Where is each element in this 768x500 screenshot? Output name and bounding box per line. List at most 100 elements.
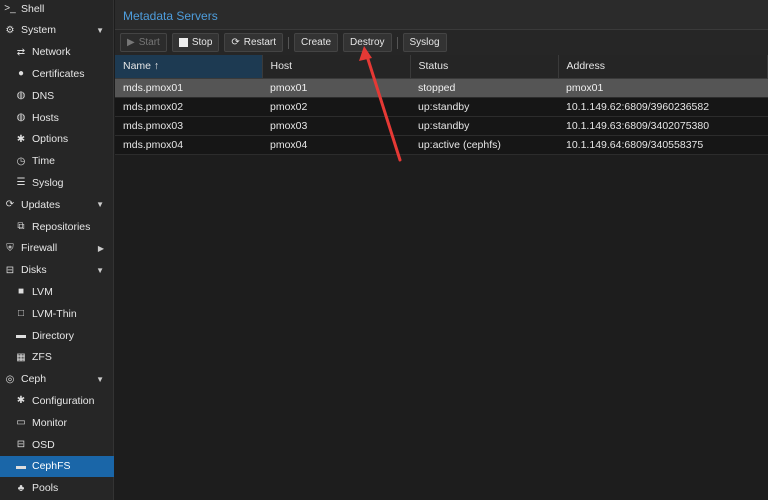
globe-icon: ◍ bbox=[16, 90, 26, 102]
sidebar-item-label: ZFS bbox=[32, 351, 52, 364]
destroy-button[interactable]: Destroy bbox=[343, 33, 392, 52]
sidebar-item-label: Configuration bbox=[32, 394, 95, 407]
gear-icon: ✱ bbox=[16, 133, 26, 145]
sidebar-item-certificates[interactable]: ● Certificates bbox=[0, 63, 114, 84]
table-cell: 10.1.149.64:6809/340558375 bbox=[558, 135, 768, 155]
gears-icon: ⚙ bbox=[5, 24, 15, 36]
table-row[interactable]: mds.pmox01 pmox01 stopped pmox01 bbox=[115, 78, 768, 98]
sidebar-item-hosts[interactable]: ◍ Hosts bbox=[0, 107, 114, 128]
clock-icon: ◷ bbox=[16, 155, 26, 167]
table-row[interactable]: mds.pmox04 pmox04 up:active (cephfs) 10.1.1… bbox=[115, 135, 768, 155]
table-row[interactable]: mds.pmox02 pmox02 up:standby 10.1.149.62:68… bbox=[115, 97, 768, 117]
sitemap-icon: ♣ bbox=[17, 482, 25, 494]
sidebar-item-label: Firewall bbox=[21, 242, 58, 255]
sidebar-item-label: Network bbox=[32, 46, 71, 59]
sidebar-item-label: Syslog bbox=[32, 176, 64, 189]
sidebar-item-label: Directory bbox=[32, 329, 75, 342]
sidebar-item-configuration[interactable]: ✱ Configuration bbox=[0, 390, 114, 411]
refresh-icon: ⟳ bbox=[231, 37, 240, 48]
toolbar: ▶ Start Stop ⟳ Restart Create Destroy Sysl… bbox=[115, 30, 768, 55]
sidebar-item-label: Disks bbox=[21, 264, 47, 277]
column-header-status[interactable]: Status bbox=[410, 55, 559, 79]
sidebar-item-cephfs[interactable]: ▬ CephFS bbox=[0, 455, 114, 477]
sidebar-item-lvm[interactable]: ■ LVM bbox=[0, 281, 114, 302]
column-header-name[interactable]: Name ↑ bbox=[115, 55, 263, 79]
table-cell: mds.pmox01 bbox=[115, 78, 262, 98]
sidebar-item-system[interactable]: ⚙ System ▼ bbox=[0, 20, 114, 41]
sidebar-item-label: Updates bbox=[21, 198, 61, 211]
create-button[interactable]: Create bbox=[294, 33, 339, 52]
globe-icon: ◍ bbox=[16, 112, 26, 123]
desktop-icon: ▭ bbox=[16, 417, 26, 429]
table-cell: pmox03 bbox=[262, 116, 410, 136]
table-cell: mds.pmox03 bbox=[115, 116, 262, 136]
sidebar-item-repositories[interactable]: ⧉ Repositories bbox=[0, 216, 114, 237]
main-panel: Metadata Servers ▶ Start Stop ⟳ Restart Cr… bbox=[115, 0, 768, 500]
table-cell: up:active (cephfs) bbox=[410, 135, 558, 155]
sidebar-item-directory[interactable]: ▬ Directory bbox=[0, 325, 114, 346]
sidebar-item-firewall[interactable]: ⛨ Firewall ▶ bbox=[0, 238, 114, 259]
caret-icon[interactable]: ▼ bbox=[96, 200, 104, 209]
sidebar-item-syslog[interactable]: ☰ Syslog bbox=[0, 172, 114, 193]
terminal-icon: >_ bbox=[4, 3, 16, 14]
sidebar-item-options[interactable]: ✱ Options bbox=[0, 129, 114, 150]
sidebar-item-time[interactable]: ◷ Time bbox=[0, 151, 114, 172]
column-header-address[interactable]: Address bbox=[558, 55, 768, 79]
sidebar-item-dns[interactable]: ◍ DNS bbox=[0, 85, 114, 106]
sidebar-item-label: Ceph bbox=[21, 373, 47, 386]
sidebar-item-shell[interactable]: >_ Shell bbox=[0, 0, 114, 19]
sidebar-item-label: Repositories bbox=[32, 220, 91, 233]
caret-icon[interactable]: ▼ bbox=[96, 266, 104, 275]
sidebar-item-zfs[interactable]: ▦ ZFS bbox=[0, 347, 114, 368]
start-button[interactable]: ▶ Start bbox=[120, 33, 167, 52]
sidebar-item-label: Options bbox=[32, 133, 69, 146]
sidebar-item-label: Certificates bbox=[32, 67, 85, 80]
sidebar-item-lvm-thin[interactable]: □ LVM-Thin bbox=[0, 303, 114, 324]
syslog-button[interactable]: Syslog bbox=[402, 33, 447, 52]
sidebar-item-label: System bbox=[21, 24, 57, 37]
sidebar-item-network[interactable]: ⇄ Network bbox=[0, 42, 114, 63]
sidebar-item-pools[interactable]: ♣ Pools bbox=[0, 478, 114, 499]
sidebar-item-label: Pools bbox=[32, 482, 59, 495]
refresh-icon: ⟳ bbox=[5, 199, 15, 211]
shield-icon: ⛨ bbox=[6, 242, 14, 254]
certificate-icon: ● bbox=[17, 68, 25, 80]
sidebar-item-updates[interactable]: ⟳ Updates ▼ bbox=[0, 194, 114, 215]
sidebar-item-label: CephFS bbox=[32, 460, 71, 473]
table-row[interactable]: mds.pmox03 pmox03 up:standby 10.1.149.63:68… bbox=[115, 116, 768, 136]
caret-icon[interactable]: ▼ bbox=[96, 26, 104, 35]
divider bbox=[288, 36, 290, 49]
hdd-icon: ⊟ bbox=[16, 439, 26, 450]
sidebar-item-osd[interactable]: ⊟ OSD bbox=[0, 434, 114, 455]
sidebar-item-label: LVM bbox=[32, 285, 53, 298]
stop-button[interactable]: Stop bbox=[171, 33, 220, 52]
list-icon: ☰ bbox=[16, 177, 26, 189]
caret-icon[interactable]: ▶ bbox=[98, 244, 104, 253]
table-cell: up:standby bbox=[410, 116, 558, 136]
folder-icon: ▬ bbox=[16, 460, 26, 472]
table-cell: 10.1.149.62:6809/3960236582 bbox=[558, 97, 768, 117]
sidebar: >_ Shell ⚙ System ▼ ⇄ Network ● Certificates ◍ DNS… bbox=[0, 0, 114, 500]
sidebar-item-label: Hosts bbox=[32, 111, 59, 124]
restart-button[interactable]: ⟳ Restart bbox=[224, 33, 284, 52]
sidebar-item-label: DNS bbox=[32, 89, 55, 102]
square-icon: ■ bbox=[17, 286, 25, 298]
square-outline-icon: □ bbox=[17, 308, 25, 320]
play-icon: ▶ bbox=[127, 37, 135, 48]
mds-table: Name ↑ Host Status Address mds.pmox01 pmo… bbox=[115, 55, 768, 155]
table-cell: pmox01 bbox=[262, 78, 410, 98]
stop-icon bbox=[178, 38, 188, 47]
gear-icon: ✱ bbox=[16, 395, 26, 407]
folder-icon: ▬ bbox=[16, 330, 26, 341]
sidebar-item-disks[interactable]: ⊟ Disks ▼ bbox=[0, 260, 114, 281]
caret-icon[interactable]: ▼ bbox=[96, 375, 104, 384]
exchange-icon: ⇄ bbox=[16, 46, 26, 58]
table-cell: mds.pmox04 bbox=[115, 135, 262, 155]
table-cell: stopped bbox=[410, 78, 558, 98]
sidebar-item-monitor[interactable]: ▭ Monitor bbox=[0, 412, 114, 433]
table-cell: mds.pmox02 bbox=[115, 97, 262, 117]
column-header-host[interactable]: Host bbox=[262, 55, 411, 79]
table-cell: pmox01 bbox=[558, 78, 768, 98]
sidebar-item-ceph[interactable]: ◎ Ceph ▼ bbox=[0, 369, 114, 390]
hdd-icon: ⊟ bbox=[5, 264, 15, 276]
